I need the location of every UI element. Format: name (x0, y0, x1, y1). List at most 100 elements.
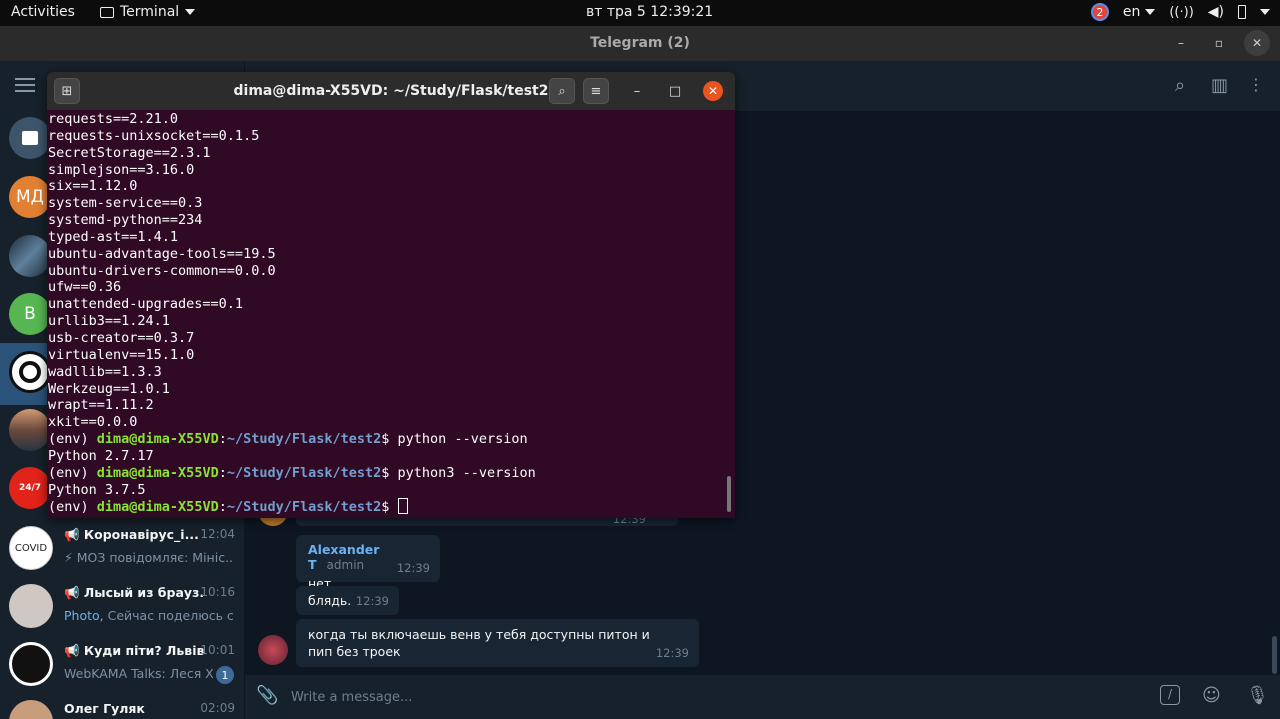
telegram-titlebar: Telegram (2) – ▫ ✕ (0, 26, 1280, 61)
chat-item[interactable]: 📢 Лысый из брауз... 10:16 Photo, Сейчас … (0, 577, 245, 635)
clock[interactable]: вт тра 5 12:39:21 (586, 4, 713, 20)
terminal-line: ufw==0.36 (48, 279, 122, 296)
menu-icon[interactable] (15, 78, 35, 96)
hamburger-menu-icon[interactable]: ≡ (583, 78, 609, 104)
sidebar-toggle-icon[interactable]: ▥ (1211, 75, 1233, 97)
terminal-window[interactable]: ⊞ dima@dima-X55VD: ~/Study/Flask/test2 ⌕… (47, 72, 735, 518)
chat-item[interactable]: COVID 📢 Коронавірус_і... 12:04 ⚡ МОЗ пов… (0, 519, 245, 577)
terminal-line: wadllib==1.3.3 (48, 363, 162, 380)
terminal-line: system-service==0.3 (48, 195, 203, 212)
network-icon[interactable]: ((·)) (1169, 5, 1193, 20)
message-composer: 📎 / ☺ 🎙 (245, 675, 1280, 719)
terminal-line: ubuntu-advantage-tools==19.5 (48, 245, 276, 262)
message-input[interactable] (291, 686, 991, 708)
language-menu[interactable]: en (1123, 4, 1156, 20)
prompt-env: (env) (48, 499, 97, 516)
chat-preview: WebKAMA Talks: Леся Х... (64, 666, 214, 681)
message-bubble[interactable]: блядь. 12:39 (296, 586, 399, 615)
terminal-cursor (397, 498, 408, 515)
prompt-path: ~/Study/Flask/test2 (226, 499, 382, 516)
chat-time: 12:04 (200, 527, 235, 541)
chat-avatar (9, 584, 53, 628)
prompt-user: dima@dima-X55VD (96, 464, 219, 481)
message-time: 12:39 (396, 561, 430, 575)
prompt-separator: : (218, 431, 227, 448)
avatar-ukraine-channel[interactable]: 24/7 (9, 467, 51, 509)
chat-name: 📢 Коронавірус_і... (64, 527, 199, 542)
megaphone-icon: 📢 (64, 585, 84, 600)
avatar-archive[interactable] (9, 117, 51, 159)
attach-icon[interactable]: 📎 (256, 685, 278, 706)
message-bubble[interactable]: когда ты включаешь венв у тебя доступны … (296, 619, 699, 667)
commands-icon[interactable]: / (1160, 685, 1180, 705)
search-icon[interactable]: ⌕ (549, 78, 575, 104)
chat-time: 10:01 (200, 643, 235, 657)
terminal-line: unattended-upgrades==0.1 (48, 296, 244, 313)
maximize-button[interactable]: □ (662, 78, 688, 104)
terminal-line: Werkzeug==1.0.1 (48, 380, 170, 397)
terminal-line: wrapt==1.11.2 (48, 397, 154, 414)
chat-name: 📢 Лысый из брауз... (64, 585, 204, 600)
prompt-separator: $ (381, 499, 398, 516)
avatar-md[interactable]: МД (9, 176, 51, 218)
archive-icon (22, 131, 38, 145)
terminal-app-icon (100, 6, 114, 18)
close-button[interactable]: ✕ (703, 81, 723, 101)
avatar-label: МД (16, 187, 44, 207)
telegram-tray-icon[interactable]: 2 (1090, 3, 1109, 21)
terminal-prompt-line: (env) dima@dima-X55VD:~/Study/Flask/test… (48, 498, 718, 516)
terminal-line: SecretStorage==2.3.1 (48, 144, 211, 161)
activities-button[interactable]: Activities (11, 4, 75, 20)
prompt-env: (env) (48, 464, 97, 481)
chevron-down-icon[interactable] (1260, 9, 1270, 15)
chat-avatar (9, 700, 53, 719)
emoji-icon[interactable]: ☺ (1202, 685, 1221, 706)
app-menu[interactable]: Terminal (100, 4, 196, 20)
terminal-scrollbar[interactable] (727, 476, 731, 512)
prompt-env: (env) (48, 431, 97, 448)
battery-icon[interactable] (1238, 5, 1246, 19)
more-options-icon[interactable]: ⋮ (1248, 75, 1270, 97)
sender-avatar[interactable] (258, 635, 288, 665)
close-button[interactable]: ✕ (1244, 30, 1270, 56)
prompt-user: dima@dima-X55VD (96, 499, 219, 516)
chat-item[interactable]: 📢 Куди піти? Львів 10:01 WebKAMA Talks: … (0, 635, 245, 693)
chevron-down-icon (185, 9, 196, 15)
message-role: admin (326, 558, 365, 572)
message-time: 12:39 (655, 646, 689, 660)
terminal-line: usb-creator==0.3.7 (48, 329, 195, 346)
chat-time: 02:09 (200, 701, 235, 715)
chat-preview: ⚡ МОЗ повідомляє: Мініс... (64, 550, 234, 565)
microphone-icon[interactable]: 🎙 (1246, 685, 1269, 706)
terminal-line: urllib3==1.24.1 (48, 313, 170, 330)
avatar-selected-chat[interactable] (9, 351, 51, 393)
system-tray: 2 en ((·)) ◀) (1090, 3, 1270, 21)
chat-item[interactable]: Олег Гуляк 02:09 (0, 693, 245, 719)
terminal-output[interactable]: requests==2.21.0 requests-unixsocket==0.1… (48, 111, 718, 518)
chat-scrollbar[interactable] (1272, 636, 1277, 674)
chat-avatar (9, 642, 53, 686)
avatar-sunset[interactable] (9, 409, 51, 451)
chat-name: Олег Гуляк (64, 701, 145, 716)
search-icon[interactable]: ⌕ (1175, 75, 1197, 97)
minimize-button[interactable]: – (624, 78, 650, 104)
message-bubble[interactable]: Alexander Tadmin нет 12:39 (296, 535, 440, 591)
terminal-line: ubuntu-drivers-common==0.0.0 (48, 262, 276, 279)
terminal-line: six==1.12.0 (48, 178, 138, 195)
terminal-command: python3 --version (397, 464, 536, 481)
volume-icon[interactable]: ◀) (1208, 4, 1224, 20)
desktop: Activities Terminal вт тра 5 12:39:21 2 … (0, 0, 1280, 719)
minimize-button[interactable]: – (1168, 30, 1194, 56)
terminal-titlebar: ⊞ dima@dima-X55VD: ~/Study/Flask/test2 ⌕… (47, 72, 735, 110)
app-menu-label: Terminal (120, 4, 180, 20)
maximize-button[interactable]: ▫ (1206, 30, 1232, 56)
terminal-output-line: Python 2.7.17 (48, 447, 154, 464)
telegram-window-title: Telegram (2) (590, 35, 690, 51)
avatar-image[interactable] (9, 235, 51, 277)
prompt-separator: $ (381, 464, 398, 481)
prompt-user: dima@dima-X55VD (96, 431, 219, 448)
chat-avatar: COVID (9, 526, 53, 570)
message-text: когда ты включаешь венв у тебя доступны … (308, 627, 650, 659)
terminal-line: requests-unixsocket==0.1.5 (48, 127, 260, 144)
avatar-b[interactable]: B (9, 293, 51, 335)
